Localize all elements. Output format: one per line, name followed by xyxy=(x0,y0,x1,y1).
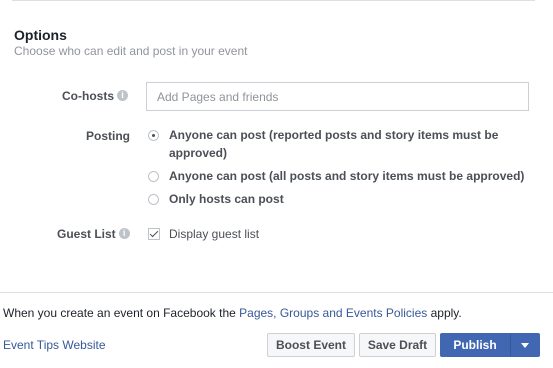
posting-label: Posting xyxy=(86,129,130,143)
top-divider xyxy=(12,0,535,1)
posting-option-label: Anyone can post (all posts and story ite… xyxy=(169,169,525,183)
guest-list-checkbox-label: Display guest list xyxy=(169,227,260,241)
boost-event-button[interactable]: Boost Event xyxy=(267,333,355,357)
posting-option-label: Only hosts can post xyxy=(169,192,284,206)
radio-button[interactable] xyxy=(148,171,159,182)
guest-list-label: Guest List xyxy=(57,227,116,241)
posting-option-anyone-reported[interactable]: Anyone can post (reported posts and stor… xyxy=(148,128,498,162)
section-subtitle: Choose who can edit and post in your eve… xyxy=(14,44,248,58)
policies-link[interactable]: Pages, Groups and Events Policies xyxy=(239,306,427,320)
section-title: Options xyxy=(14,27,67,43)
cohosts-label-group: Co-hosts i xyxy=(62,89,128,103)
policy-notice: When you create an event on Facebook the… xyxy=(3,306,462,320)
display-guest-list-option[interactable]: Display guest list xyxy=(148,227,259,241)
guest-list-checkbox[interactable] xyxy=(148,228,160,240)
event-tips-link[interactable]: Event Tips Website xyxy=(3,338,106,352)
posting-option-hosts-only[interactable]: Only hosts can post xyxy=(148,192,284,208)
caret-down-icon xyxy=(521,342,529,348)
publish-options-button[interactable] xyxy=(510,333,540,357)
radio-button[interactable] xyxy=(148,130,159,141)
save-draft-button[interactable]: Save Draft xyxy=(359,333,436,357)
cohosts-input[interactable] xyxy=(146,82,529,111)
footer-divider xyxy=(0,292,553,293)
posting-option-label: Anyone can post (reported posts and stor… xyxy=(169,128,499,160)
posting-option-anyone-approved[interactable]: Anyone can post (all posts and story ite… xyxy=(148,169,524,185)
info-icon[interactable]: i xyxy=(117,90,128,102)
radio-button[interactable] xyxy=(148,194,159,205)
publish-button[interactable]: Publish xyxy=(440,333,510,357)
info-icon[interactable]: i xyxy=(118,228,130,240)
guest-list-label-group: Guest List i xyxy=(57,227,130,241)
cohosts-label: Co-hosts xyxy=(62,89,114,103)
